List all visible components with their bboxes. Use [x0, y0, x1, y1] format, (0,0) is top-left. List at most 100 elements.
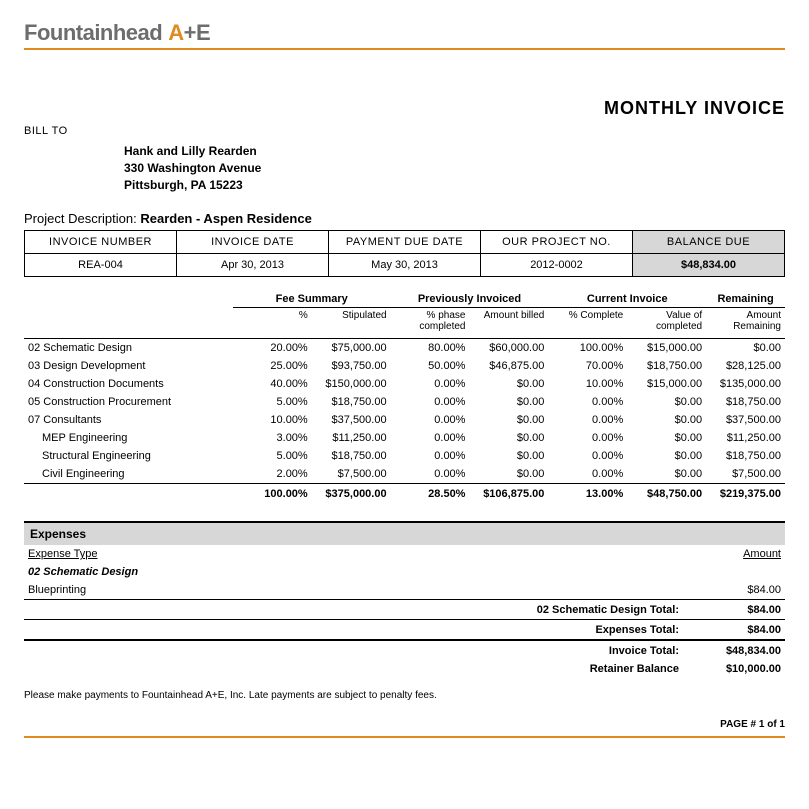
fee-sub-value-completed: Value of completed [627, 308, 706, 339]
fee-cell-cpc: 70.00% [548, 357, 627, 375]
meta-h-payment-due: PAYMENT DUE DATE [329, 231, 481, 254]
fee-total-stip: $375,000.00 [312, 484, 391, 504]
fee-cell-val: $0.00 [627, 465, 706, 484]
fee-table: Fee Summary Previously Invoiced Current … [24, 291, 785, 503]
fee-cell-val: $0.00 [627, 429, 706, 447]
fee-cell-amt: $0.00 [469, 447, 548, 465]
fee-cell-stip: $75,000.00 [312, 339, 391, 358]
company-header: Fountainhead A+E [24, 20, 785, 46]
fee-cell-phc: 0.00% [391, 393, 470, 411]
fee-cell-pct: 2.00% [233, 465, 312, 484]
expense-column-headers: Expense Type Amount [24, 545, 785, 563]
fee-row: 04 Construction Documents40.00%$150,000.… [24, 375, 785, 393]
fee-cell-rem: $28,125.00 [706, 357, 785, 375]
fee-cell-phc: 80.00% [391, 339, 470, 358]
expense-item-amount: $84.00 [747, 584, 781, 596]
fee-row: 02 Schematic Design20.00%$75,000.0080.00… [24, 339, 785, 358]
bill-to-label: BILL TO [24, 125, 785, 137]
fee-row: 03 Design Development25.00%$93,750.0050.… [24, 357, 785, 375]
fee-group-current: Current Invoice [548, 291, 706, 308]
fee-cell-name: Civil Engineering [24, 465, 233, 484]
expense-category-name: 02 Schematic Design [28, 566, 138, 578]
meta-v-invoice-number: REA-004 [25, 254, 177, 277]
fee-cell-stip: $93,750.00 [312, 357, 391, 375]
fee-total-blank [24, 484, 233, 504]
fee-total-cpc: 13.00% [548, 484, 627, 504]
fee-sub-amount-remaining: Amount Remaining [706, 308, 785, 339]
bill-to-cityline: Pittsburgh, PA 15223 [124, 177, 785, 194]
fee-cell-name: 02 Schematic Design [24, 339, 233, 358]
fee-cell-name: MEP Engineering [24, 429, 233, 447]
expense-category-total: 02 Schematic Design Total: $84.00 [24, 599, 785, 619]
fee-cell-val: $0.00 [627, 393, 706, 411]
fee-cell-amt: $0.00 [469, 429, 548, 447]
fee-row: MEP Engineering3.00%$11,250.000.00%$0.00… [24, 429, 785, 447]
company-name: Fountainhead [24, 20, 162, 46]
fee-cell-amt: $0.00 [469, 411, 548, 429]
fee-cell-amt: $0.00 [469, 375, 548, 393]
bill-to-block: Hank and Lilly Rearden 330 Washington Av… [124, 143, 785, 193]
fee-section: Fee Summary Previously Invoiced Current … [24, 291, 785, 503]
fee-total-pct: 100.00% [233, 484, 312, 504]
expense-line-item: Blueprinting $84.00 [24, 581, 785, 599]
fee-cell-cpc: 0.00% [548, 447, 627, 465]
meta-h-invoice-date: INVOICE DATE [177, 231, 329, 254]
fee-totals-row: 100.00% $375,000.00 28.50% $106,875.00 1… [24, 484, 785, 504]
project-desc-value: Rearden - Aspen Residence [140, 211, 311, 226]
fee-cell-val: $15,000.00 [627, 339, 706, 358]
expense-cat-total-label: 02 Schematic Design Total: [28, 604, 691, 616]
fee-sub-pct-complete: % Complete [548, 308, 627, 339]
fee-cell-val: $0.00 [627, 447, 706, 465]
meta-h-invoice-number: INVOICE NUMBER [25, 231, 177, 254]
fee-sub-stipulated: Stipulated [312, 308, 391, 339]
company-a: A [168, 20, 183, 45]
fee-cell-cpc: 100.00% [548, 339, 627, 358]
expense-category: 02 Schematic Design [24, 563, 785, 581]
fee-sub-pct: % [233, 308, 312, 339]
fee-cell-pct: 25.00% [233, 357, 312, 375]
expense-amount-label: Amount [743, 548, 781, 560]
fee-cell-pct: 5.00% [233, 393, 312, 411]
bill-to-name: Hank and Lilly Rearden [124, 143, 785, 160]
fee-cell-cpc: 0.00% [548, 393, 627, 411]
doc-title: MONTHLY INVOICE [24, 98, 785, 119]
fee-cell-stip: $11,250.00 [312, 429, 391, 447]
fee-sub-blank [24, 308, 233, 339]
fee-row: 05 Construction Procurement5.00%$18,750.… [24, 393, 785, 411]
fee-row: Civil Engineering2.00%$7,500.000.00%$0.0… [24, 465, 785, 484]
expense-item-name: Blueprinting [28, 584, 86, 596]
expense-cat-total-value: $84.00 [691, 604, 781, 616]
project-description: Project Description: Rearden - Aspen Res… [24, 211, 785, 226]
fee-row: 07 Consultants10.00%$37,500.000.00%$0.00… [24, 411, 785, 429]
fee-cell-stip: $18,750.00 [312, 393, 391, 411]
fee-row: Structural Engineering5.00%$18,750.000.0… [24, 447, 785, 465]
fee-sub-amount-billed: Amount billed [469, 308, 548, 339]
fee-cell-pct: 40.00% [233, 375, 312, 393]
fee-group-previously: Previously Invoiced [391, 291, 549, 308]
fee-cell-stip: $37,500.00 [312, 411, 391, 429]
expenses-total-label: Expenses Total: [28, 624, 691, 636]
fee-cell-rem: $135,000.00 [706, 375, 785, 393]
fee-group-summary: Fee Summary [233, 291, 391, 308]
fee-cell-name: 07 Consultants [24, 411, 233, 429]
fee-sub-phase: % phase completed [391, 308, 470, 339]
invoice-total: Invoice Total: $48,834.00 [24, 639, 785, 660]
fee-cell-cpc: 0.00% [548, 465, 627, 484]
meta-v-invoice-date: Apr 30, 2013 [177, 254, 329, 277]
retainer-balance: Retainer Balance $10,000.00 [24, 660, 785, 678]
fee-cell-pct: 10.00% [233, 411, 312, 429]
fee-cell-pct: 5.00% [233, 447, 312, 465]
fee-cell-phc: 0.00% [391, 375, 470, 393]
invoice-total-value: $48,834.00 [691, 645, 781, 657]
fee-cell-phc: 50.00% [391, 357, 470, 375]
fee-cell-pct: 20.00% [233, 339, 312, 358]
company-plus: + [184, 20, 196, 45]
fee-cell-phc: 0.00% [391, 465, 470, 484]
expenses-total: Expenses Total: $84.00 [24, 619, 785, 639]
page-number: PAGE # 1 of 1 [24, 719, 785, 730]
fee-cell-name: Structural Engineering [24, 447, 233, 465]
fee-cell-val: $18,750.00 [627, 357, 706, 375]
invoice-total-label: Invoice Total: [28, 645, 691, 657]
fee-cell-rem: $11,250.00 [706, 429, 785, 447]
footer-rule [24, 736, 785, 738]
